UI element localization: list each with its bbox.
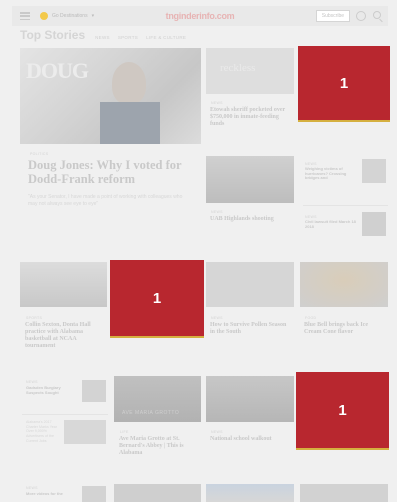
story-headline[interactable]: Ave Maria Grotto at St. Bernard's Abbey … [119,436,201,457]
story-image[interactable] [300,262,388,307]
chevron-down-icon: ▾ [91,13,95,19]
hero-image-sign-text: DOUG [26,58,89,83]
story-image[interactable]: reckless [206,48,294,94]
hero-image-figure [112,62,146,104]
section-subnav: NEWS SPORTS LIFE & CULTURE [95,35,186,40]
weather-sun-icon [40,12,48,20]
story-kicker: NEWS [26,486,38,490]
story-headline[interactable]: Weighing victims of hurricanes? Crossing… [305,166,355,181]
location-label: Go Destinations [52,13,88,19]
story-headline[interactable]: Collin Sexton, Donta Hall practice with … [25,322,107,350]
user-account-icon[interactable] [356,11,366,21]
story-thumbnail[interactable] [82,486,106,502]
story-kicker: FOOD [305,316,317,320]
ad-label: 1 [339,74,349,92]
story-kicker: NEWS [211,210,223,214]
hero-image-suit [100,102,160,144]
story-thumbnail[interactable] [362,159,386,183]
hero-kicker: POLITICS [30,152,49,156]
advertisement[interactable]: 1 [110,260,204,338]
divider [22,414,108,415]
story-thumbnail[interactable] [82,380,106,402]
location-selector[interactable]: Go Destinations ▾ [40,12,94,20]
section-title: Top Stories [20,28,86,42]
story-image[interactable] [20,262,107,307]
story-kicker: NEWS [26,380,38,384]
story-kicker: LIFE [120,430,129,434]
ad-label: 1 [152,289,162,307]
story-image[interactable] [206,156,294,203]
section-header: Top Stories NEWS SPORTS LIFE & CULTURE [20,28,186,42]
story-image[interactable] [300,484,388,502]
story-headline[interactable]: More videos for the [26,491,76,497]
story-thumbnail[interactable] [64,420,106,444]
advertisement[interactable]: 1 [298,46,390,122]
related-list-text[interactable]: Alabama's 2017 Charter Marks Year Over 9… [26,420,62,443]
subnav-sports[interactable]: SPORTS [118,35,138,40]
story-kicker: NEWS [211,101,223,105]
story-image[interactable] [206,376,294,422]
story-image[interactable] [206,262,294,307]
story-image[interactable] [206,484,294,502]
story-headline[interactable]: Civil lawsuit filed March 18 2018 [305,219,357,229]
story-thumbnail[interactable] [362,212,386,236]
top-navigation-bar: Go Destinations ▾ tnginderinfo.com Subsc… [12,6,388,26]
story-image[interactable]: AVE MARIA GROTTO [114,376,201,422]
hero-blurb: "As your Senator, I have made a point of… [28,194,183,207]
divider [303,205,388,206]
site-logo[interactable]: tnginderinfo.com [166,11,235,21]
story-headline[interactable]: National school walkout [210,436,292,443]
advertisement[interactable]: 1 [296,372,389,450]
search-icon[interactable] [373,11,381,19]
story-image[interactable] [114,484,201,502]
story-headline[interactable]: UAB Highlands shooting [210,216,290,223]
story-image-sign-text: reckless [220,62,256,74]
story-headline[interactable]: Blue Bell brings back Ice Cream Cone fla… [304,322,386,336]
hamburger-menu-icon[interactable] [20,12,30,20]
subscribe-button[interactable]: Subscribe [315,10,350,22]
hero-headline[interactable]: Doug Jones: Why I voted for Dodd-Frank r… [28,158,188,187]
story-kicker: SPORTS [26,316,43,320]
story-headline[interactable]: How to Survive Pollen Season in the Sout… [210,322,292,336]
ad-label: 1 [338,401,347,419]
story-headline[interactable]: Etowah sheriff pocketed over $750,000 in… [210,107,294,128]
hero-story-image[interactable]: DOUG [20,48,201,144]
subnav-news[interactable]: NEWS [95,35,110,40]
story-image-caption: AVE MARIA GROTTO [122,410,180,416]
subnav-life-culture[interactable]: LIFE & CULTURE [146,35,186,40]
story-headline[interactable]: Gadsden Burglary Suspects Sought [26,385,76,395]
story-kicker: NEWS [211,316,223,320]
story-kicker: NEWS [211,430,223,434]
